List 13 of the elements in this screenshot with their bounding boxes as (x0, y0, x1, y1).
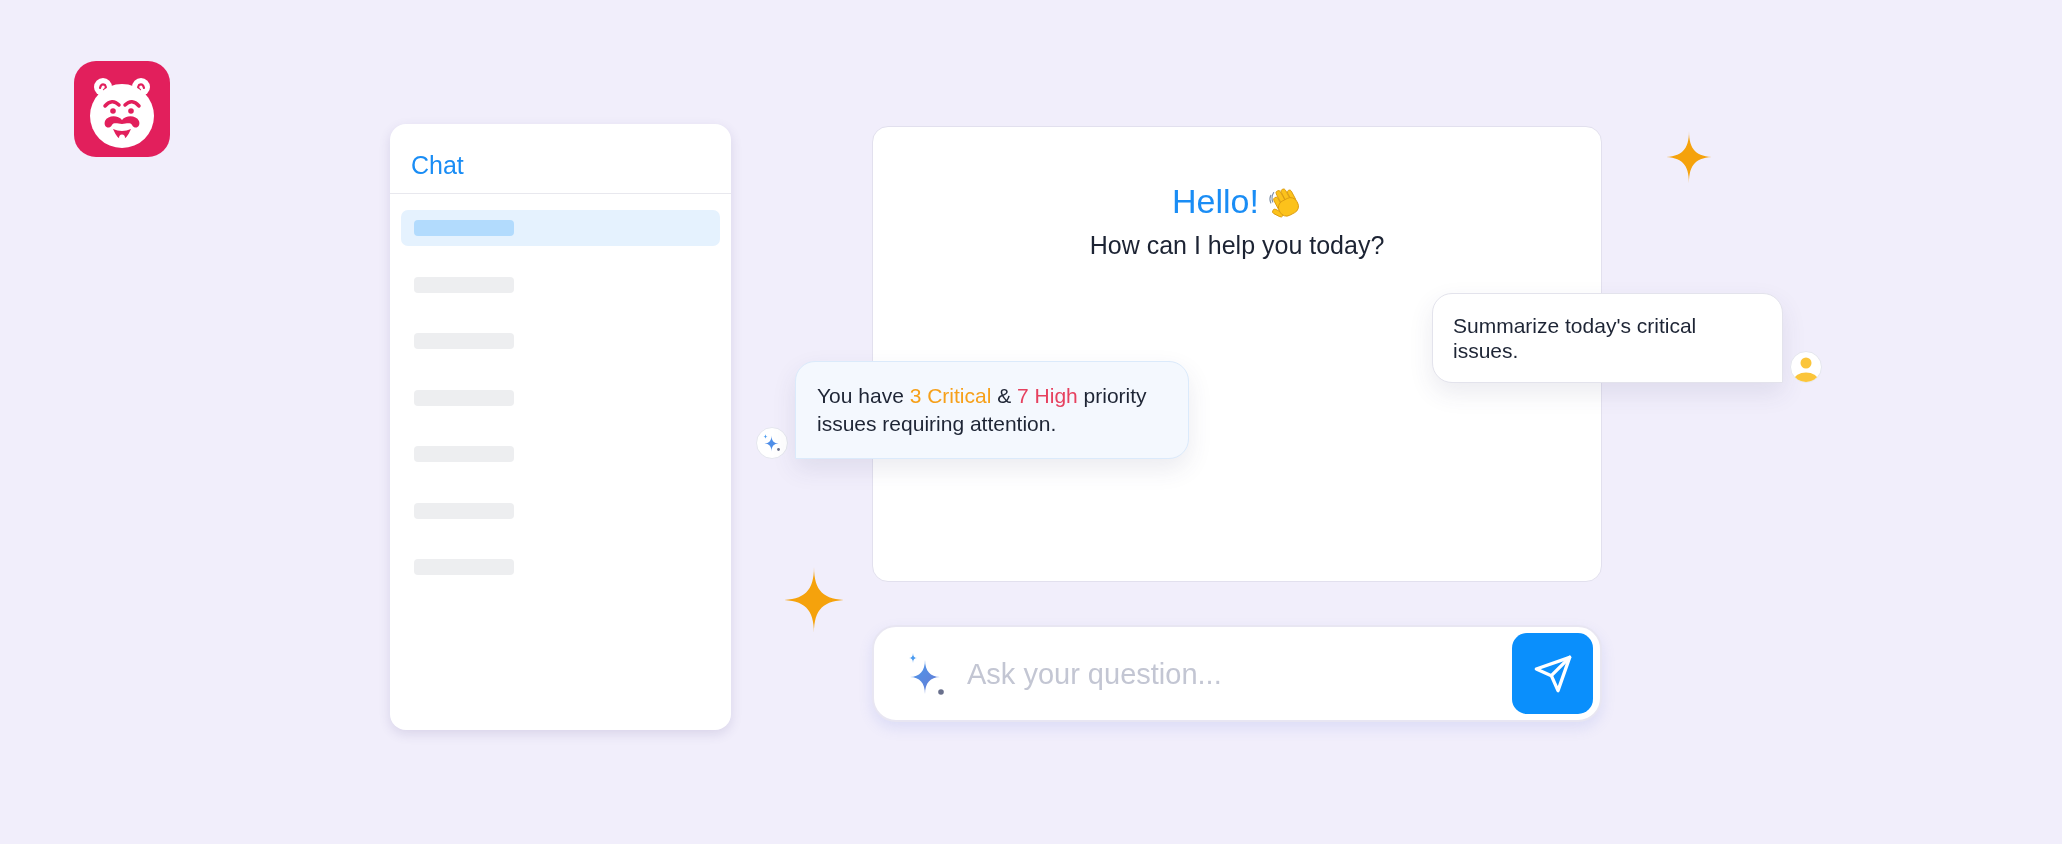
sidebar-title: Chat (411, 150, 464, 180)
send-button[interactable] (1512, 633, 1593, 714)
chat-message: You have 3 Critical & 7 High priority issues requiring attention. (795, 361, 1189, 459)
user-avatar-icon (1790, 351, 1822, 383)
chat-message: Summarize today's critical issues. (1432, 293, 1783, 383)
chat-input-field[interactable]: Ask your question... (872, 625, 1602, 722)
send-icon (1532, 653, 1573, 694)
question-input[interactable]: Ask your question... (967, 653, 1512, 694)
greeting-title: Hello! (1172, 181, 1259, 221)
greeting-subtitle: How can I help you today? (1089, 230, 1385, 261)
sparkle-avatar-icon (756, 427, 788, 459)
chat-list-item[interactable] (401, 210, 720, 246)
logo-icon (74, 61, 170, 157)
